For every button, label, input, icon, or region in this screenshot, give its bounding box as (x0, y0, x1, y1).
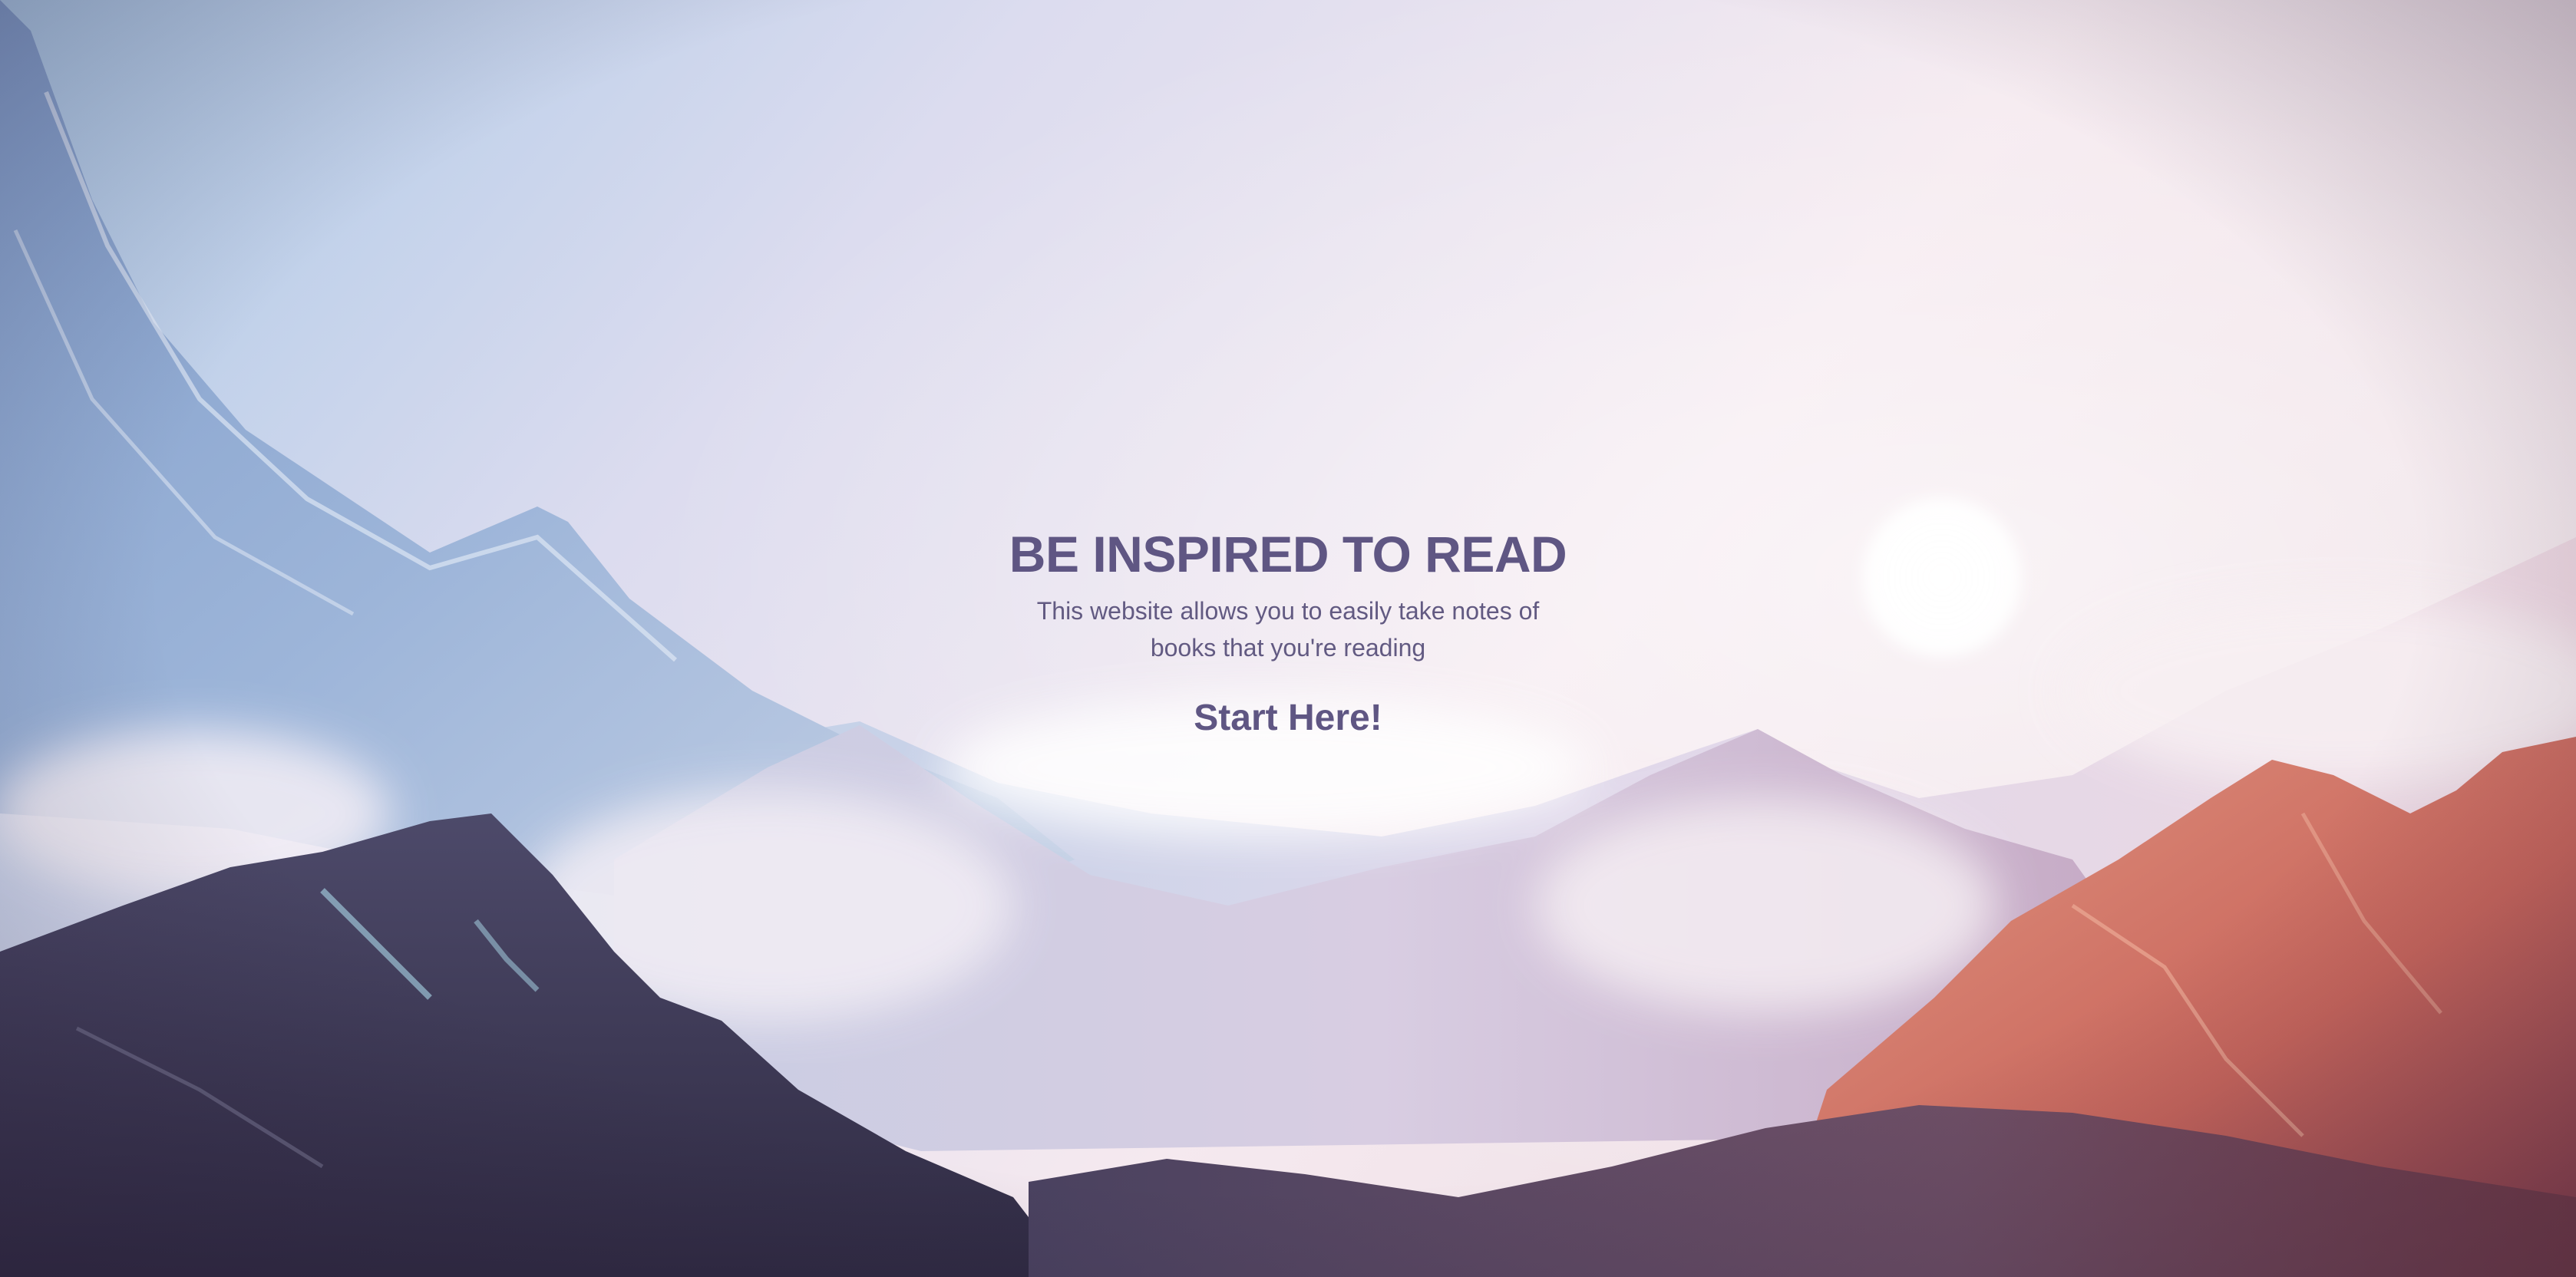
hero-title: BE INSPIRED TO READ (1009, 526, 1567, 582)
hero-content: BE INSPIRED TO READ This website allows … (0, 522, 2576, 741)
hero-subtitle: This website allows you to easily take n… (1036, 597, 1540, 662)
start-here-link[interactable]: Start Here! (1194, 695, 1382, 741)
